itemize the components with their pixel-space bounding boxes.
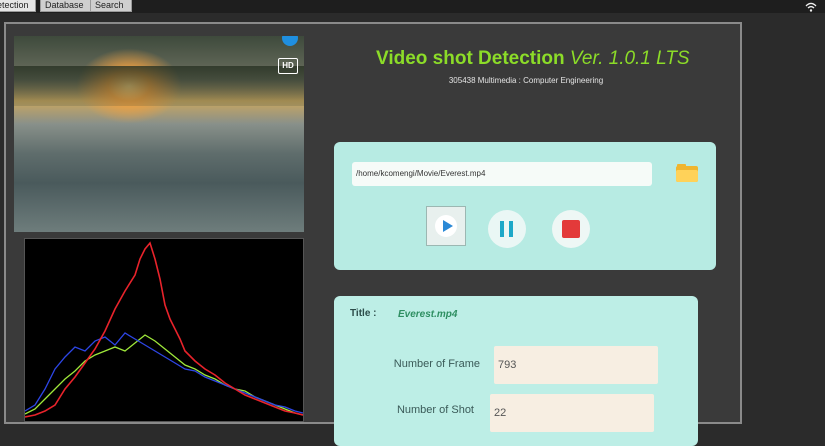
video-indicator-dot [282,36,298,46]
play-icon [443,220,453,232]
frames-label: Number of Frame [393,358,480,370]
color-histogram [24,238,304,422]
app-title-main: Video shot Detection [376,48,565,69]
title-label: Title : [350,308,377,319]
folder-icon[interactable] [676,164,698,182]
app-subtitle: 305438 Multimedia : Computer Engineering [448,76,604,85]
tab-bar: etection Database Search [0,0,825,13]
frames-value: 793 [494,346,658,384]
app-version: Ver. 1.0.1 LTS [569,48,690,69]
tab-search[interactable]: Search [90,0,132,12]
shots-value: 22 [490,394,654,432]
play-button[interactable] [426,206,466,246]
video-info-panel: Title : Everest.mp4 Number of Frame 793 … [334,296,698,446]
stop-icon [562,220,580,238]
tab-detection[interactable]: etection [0,0,36,12]
file-path-field[interactable]: /home/kcomengi/Movie/Everest.mp4 [352,162,652,186]
title-value: Everest.mp4 [398,309,458,320]
histogram-plot [24,241,304,418]
pause-icon [500,221,504,237]
histogram-red-line [24,241,304,418]
hd-badge: HD [278,58,298,74]
pause-button[interactable] [488,210,526,248]
pause-icon-bar [509,221,513,237]
video-scene [14,66,304,106]
app-title: Video shot Detection Ver. 1.0.1 LTS [376,48,690,70]
player-controls-panel: /home/kcomengi/Movie/Everest.mp4 [334,142,716,270]
tab-database[interactable]: Database [40,0,94,12]
stop-button[interactable] [552,210,590,248]
app-header: Video shot Detection Ver. 1.0.1 LTS 3054… [376,48,690,85]
video-preview[interactable]: HD [14,36,304,232]
shots-label: Number of Shot [396,404,474,416]
histogram-green-line [24,334,304,416]
wifi-icon [805,2,817,15]
main-window: HD Video shot Detection Ver. 1.0.1 LTS 3… [4,22,742,446]
